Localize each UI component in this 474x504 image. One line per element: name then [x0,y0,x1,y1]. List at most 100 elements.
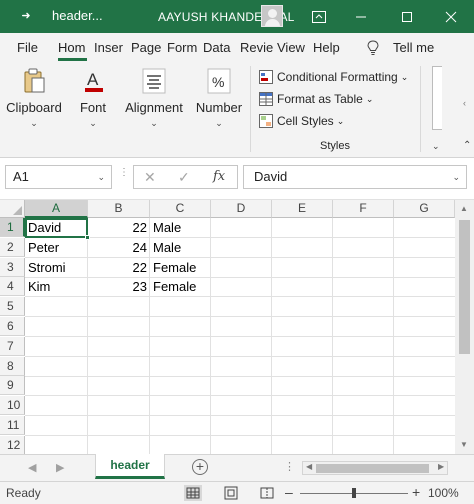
close-button[interactable] [428,0,474,33]
scroll-up-icon[interactable]: ▲ [460,204,468,213]
row-header-1[interactable]: 1 [0,218,25,237]
chevron-down-icon[interactable]: ⌄ [452,166,460,188]
ribbon-display-options-button[interactable] [296,0,342,33]
chevron-down-icon: ⌄ [30,118,38,128]
zoom-in-button[interactable]: + [412,484,420,500]
cancel-entry-icon[interactable]: ✕ [144,169,156,186]
active-cell-selection [25,218,88,238]
tab-home[interactable]: Hom [58,40,85,56]
column-header-a[interactable]: A [25,200,88,218]
lightbulb-icon[interactable] [367,40,379,56]
cell-gender[interactable]: Female [150,277,211,296]
row-header-7[interactable]: 7 [0,337,25,356]
row-header-10[interactable]: 10 [0,396,25,415]
zoom-level[interactable]: 100% [428,486,459,500]
select-all-button[interactable] [0,200,25,218]
alignment-group[interactable]: Alignment ⌄ [121,62,187,158]
row-header-12[interactable]: 12 [0,436,25,454]
ribbon: Clipboard ⌄ A Font ⌄ Alignment ⌄ % Numbe… [0,62,474,158]
clipboard-icon [24,68,45,93]
column-header-f[interactable]: F [333,200,394,218]
normal-view-button[interactable] [184,485,202,501]
insert-function-icon[interactable]: fx [213,169,225,184]
row-header-9[interactable]: 9 [0,376,25,395]
cell-name[interactable]: Peter [25,238,88,257]
chevron-down-icon[interactable]: ⌄ [97,166,105,188]
number-group[interactable]: % Number ⌄ [192,62,246,158]
cell-gender[interactable]: Male [150,218,211,237]
sheet-next-icon[interactable]: ▶ [56,461,64,474]
fill-handle[interactable] [85,235,90,240]
collapse-ribbon-icon[interactable]: ⌃ [463,140,471,151]
tell-me-search[interactable]: Tell me [393,40,434,56]
column-header-g[interactable]: G [394,200,455,218]
cell-gender[interactable]: Male [150,238,211,257]
page-layout-view-button[interactable] [222,485,240,501]
chevron-down-icon: ⌄ [432,141,440,151]
cell-name[interactable]: Stromi [25,258,88,277]
status-ready: Ready [6,486,41,500]
tab-formulas[interactable]: Form [167,40,197,56]
tab-split-grip-icon[interactable]: ⋮ [284,460,295,473]
user-avatar-icon[interactable] [261,5,283,27]
cell-age[interactable]: 23 [88,277,150,296]
worksheet-grid[interactable]: ABCDEFG 1 2 3 4 5 6 7 8 9 10 11 12 David 22 Male Peter… [0,200,474,454]
scroll-down-icon[interactable]: ▼ [460,440,468,449]
add-sheet-icon[interactable]: + [192,459,208,475]
column-header-c[interactable]: C [150,200,211,218]
name-box[interactable]: A1 ⌄ [5,165,112,189]
clipboard-group[interactable]: Clipboard ⌄ [4,62,64,158]
ribbon-scroll-icon[interactable]: ‹ [463,98,466,108]
font-group[interactable]: A Font ⌄ [68,62,118,158]
row-header-8[interactable]: 8 [0,357,25,376]
zoom-slider-thumb[interactable] [352,488,356,498]
sheet-tab-header[interactable]: header [95,454,165,479]
format-as-table-icon [259,92,273,106]
row-header-4[interactable]: 4 [0,277,25,296]
tab-page-layout[interactable]: Page [131,40,161,56]
tab-data[interactable]: Data [203,40,230,56]
row-header-11[interactable]: 11 [0,416,25,435]
column-header-d[interactable]: D [211,200,272,218]
cell-age[interactable]: 22 [88,218,150,237]
ribbon-separator [250,66,251,152]
horizontal-scroll-thumb[interactable] [316,464,429,473]
cell-gender[interactable]: Female [150,258,211,277]
page-break-view-button[interactable] [258,485,276,501]
chevron-down-icon: ⌄ [336,115,345,126]
formula-input[interactable]: David ⌄ [243,165,467,189]
formula-bar-grip-icon[interactable]: ⋮ [119,168,129,178]
row-header-3[interactable]: 3 [0,258,25,277]
format-as-table-button[interactable]: Format as Table ⌄ [259,90,373,108]
cell-styles-icon [259,114,273,128]
cell-styles-button[interactable]: Cell Styles ⌄ [259,112,344,130]
maximize-button[interactable] [384,0,430,33]
scroll-left-icon[interactable]: ◀ [306,462,312,471]
column-header-e[interactable]: E [272,200,333,218]
cells-group-partial[interactable] [432,66,442,130]
row-header-5[interactable]: 5 [0,297,25,316]
grid-row-line [25,376,455,377]
cell-age[interactable]: 22 [88,258,150,277]
cell-age[interactable]: 24 [88,238,150,257]
vertical-scroll-thumb[interactable] [459,220,470,354]
tab-insert[interactable]: Inser [94,40,123,56]
tab-file[interactable]: File [17,40,38,56]
conditional-formatting-button[interactable]: Conditional Formatting ⌄ [259,68,408,86]
column-header-b[interactable]: B [88,200,150,218]
normal-view-icon [186,487,200,499]
grid-row-line [25,435,455,436]
quick-access-dropdown-icon[interactable]: ➜ [18,8,34,24]
tab-review[interactable]: Revie [240,40,273,56]
vertical-scrollbar[interactable]: ▲ ▼ [455,200,474,454]
row-header-6[interactable]: 6 [0,317,25,336]
confirm-entry-icon[interactable]: ✓ [178,169,190,186]
minimize-button[interactable] [338,0,384,33]
tab-view[interactable]: View [277,40,305,56]
scroll-right-icon[interactable]: ▶ [438,462,444,471]
cell-name[interactable]: Kim [25,277,88,296]
sheet-prev-icon[interactable]: ◀ [28,461,36,474]
tab-help[interactable]: Help [313,40,340,56]
zoom-out-button[interactable]: – [285,484,293,500]
row-header-2[interactable]: 2 [0,238,25,257]
